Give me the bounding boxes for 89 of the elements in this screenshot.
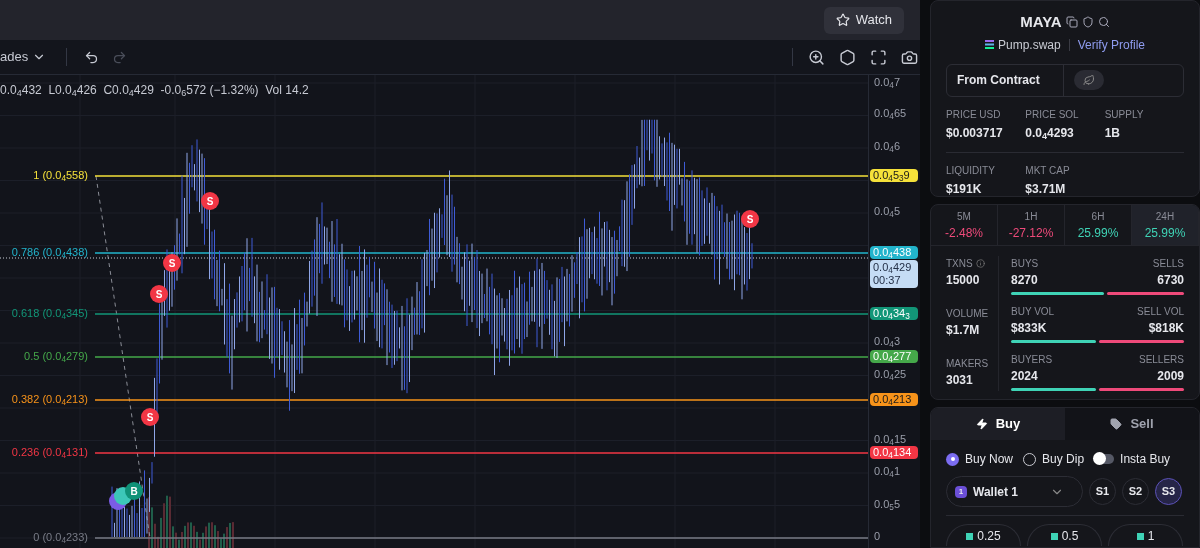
fib-level-label: 0.382 (0.0$_{4}$213)	[11, 394, 88, 405]
search-icon[interactable]	[1097, 16, 1110, 29]
stat-label: LIQUIDITY	[946, 163, 996, 178]
activity-label: MAKERS	[946, 357, 989, 371]
fib-level-label: 0.786 (0.0$_{4}$438)	[11, 247, 88, 258]
price-tag: 0.0$_{4}$438	[870, 246, 918, 259]
buy-value: 8270	[1011, 272, 1038, 289]
sell-label: SELLS	[1152, 257, 1184, 271]
redo-icon	[111, 49, 127, 65]
stat-label: MKT CAP	[1025, 163, 1071, 178]
price-tag: 0.0$_{4}$134	[870, 446, 918, 459]
interval-menu[interactable]: ades	[0, 47, 57, 67]
shield-icon[interactable]	[1081, 16, 1094, 29]
stat-value: $3.71M	[1025, 180, 1067, 198]
token-name: MAYA	[1020, 12, 1062, 32]
price-tag: 0.0$_{4}$5$_{3}$9	[870, 169, 918, 182]
price-tick-label: 0.0$_{4}$7	[874, 77, 900, 88]
price-tick-label: 0.0$_{4}$5	[874, 206, 900, 217]
star-icon	[835, 13, 850, 27]
timeframe-tab[interactable]: 1H -27.12%	[998, 205, 1065, 245]
lightning-icon	[975, 418, 988, 430]
sell-label: SELLERS	[1138, 353, 1184, 367]
order-type-radio[interactable]: Buy Dip	[1023, 450, 1085, 468]
trend-line[interactable]	[95, 175, 151, 539]
undo-icon	[83, 49, 99, 65]
price-tick-label: 0	[874, 531, 881, 542]
fib-level-label: 1 (0.0$_{4}$558)	[33, 170, 88, 181]
dex-name: Pump.swap	[997, 36, 1061, 54]
sell-label: SELL VOL	[1137, 305, 1184, 319]
slot-button[interactable]: S3	[1155, 478, 1182, 505]
sell-marker[interactable]: S	[201, 192, 219, 210]
settings-icon[interactable]	[839, 48, 856, 66]
activity-value: 3031	[946, 372, 974, 389]
zoom-icon[interactable]	[808, 48, 825, 66]
price-tick-label: 0.0$_{4}$3	[874, 336, 900, 347]
fib-level-label: 0 (0.0$_{4}$233)	[33, 532, 88, 543]
price-tag: 0.0$_{4}$34$_{3}$	[870, 307, 918, 320]
price-tick-label: 0.0$_{4}$15	[874, 434, 907, 445]
current-price: 0.0$_{4}$429	[873, 261, 913, 274]
buy-label: BUYS	[1011, 257, 1039, 271]
buy-marker[interactable]: B	[125, 482, 143, 500]
sell-marker[interactable]: S	[141, 408, 159, 426]
stat-label: PRICE USD	[946, 107, 1002, 122]
fib-level-label: 0.236 (0.0$_{4}$131)	[11, 447, 88, 458]
price-tag: 0.0$_{4}$213	[870, 393, 918, 406]
activity-value: $1.7M	[946, 322, 981, 339]
sell-value: $818K	[1148, 320, 1184, 337]
activity-label: TXNS	[946, 257, 973, 271]
tag-icon	[1110, 418, 1123, 430]
buy-value: $833K	[1011, 320, 1047, 337]
stat-value: $0.003717	[946, 124, 1004, 142]
sell-value: 2009	[1157, 368, 1184, 385]
buy-label: BUYERS	[1011, 353, 1053, 367]
fib-level-label: 0.618 (0.0$_{4}$345)	[11, 308, 88, 319]
stat-label: SUPPLY	[1104, 107, 1145, 122]
price-tick-label: 0.0$_{5}$5	[874, 499, 900, 510]
stat-value: 0.0$_{4}$4293	[1025, 124, 1075, 142]
stat-value: $191K	[946, 180, 983, 198]
sell-marker[interactable]: S	[150, 285, 168, 303]
timeframe-tab[interactable]: 24H 25.99%	[1132, 205, 1199, 245]
solana-icon	[984, 40, 994, 49]
insta-buy-toggle[interactable]: Insta Buy	[1094, 450, 1171, 468]
price-tick-label: 0.0$_{4}$65	[874, 108, 907, 119]
candle-countdown: 00:37	[873, 274, 902, 287]
info-icon[interactable]	[975, 259, 985, 268]
stat-label: PRICE SOL	[1025, 107, 1080, 122]
activity-label: VOLUME	[946, 307, 989, 321]
camera-icon[interactable]	[901, 48, 918, 66]
order-type-radio[interactable]: Buy Now	[946, 450, 1014, 468]
copy-icon[interactable]	[1065, 16, 1078, 29]
price-tick-label: 0.0$_{4}$1	[874, 466, 900, 477]
verify-profile-link[interactable]: Verify Profile	[1077, 35, 1146, 54]
stat-value: 1B	[1104, 124, 1121, 142]
sell-marker[interactable]: S	[741, 210, 759, 228]
fullscreen-icon[interactable]	[870, 48, 887, 66]
trade-tab[interactable]: Buy	[931, 408, 1065, 440]
watch-button[interactable]: Watch	[823, 6, 904, 34]
fib-level-label: 0.5 (0.0$_{4}$279)	[24, 351, 88, 362]
sell-marker[interactable]: S	[163, 254, 181, 272]
price-tick-label: 0.0$_{4}$25	[874, 369, 907, 380]
price-tick-label: 0.0$_{4}$6	[874, 141, 900, 152]
buy-label: BUY VOL	[1011, 305, 1055, 319]
timeframe-tab[interactable]: 5M -2.48%	[931, 205, 998, 245]
activity-value: 15000	[946, 272, 981, 289]
leaf-icon[interactable]	[1074, 70, 1104, 90]
buy-value: 2024	[1011, 368, 1038, 385]
sell-value: 6730	[1157, 272, 1184, 289]
ohlc-readout: 0.0$_{4}$432 L0.0$_{4}$426 C0.0$_{4}$429 -0.0$_{6}$572 (−1.32%) Vol 14.2	[0, 82, 309, 99]
price-tag: 0.0$_{4}$277	[870, 350, 918, 363]
